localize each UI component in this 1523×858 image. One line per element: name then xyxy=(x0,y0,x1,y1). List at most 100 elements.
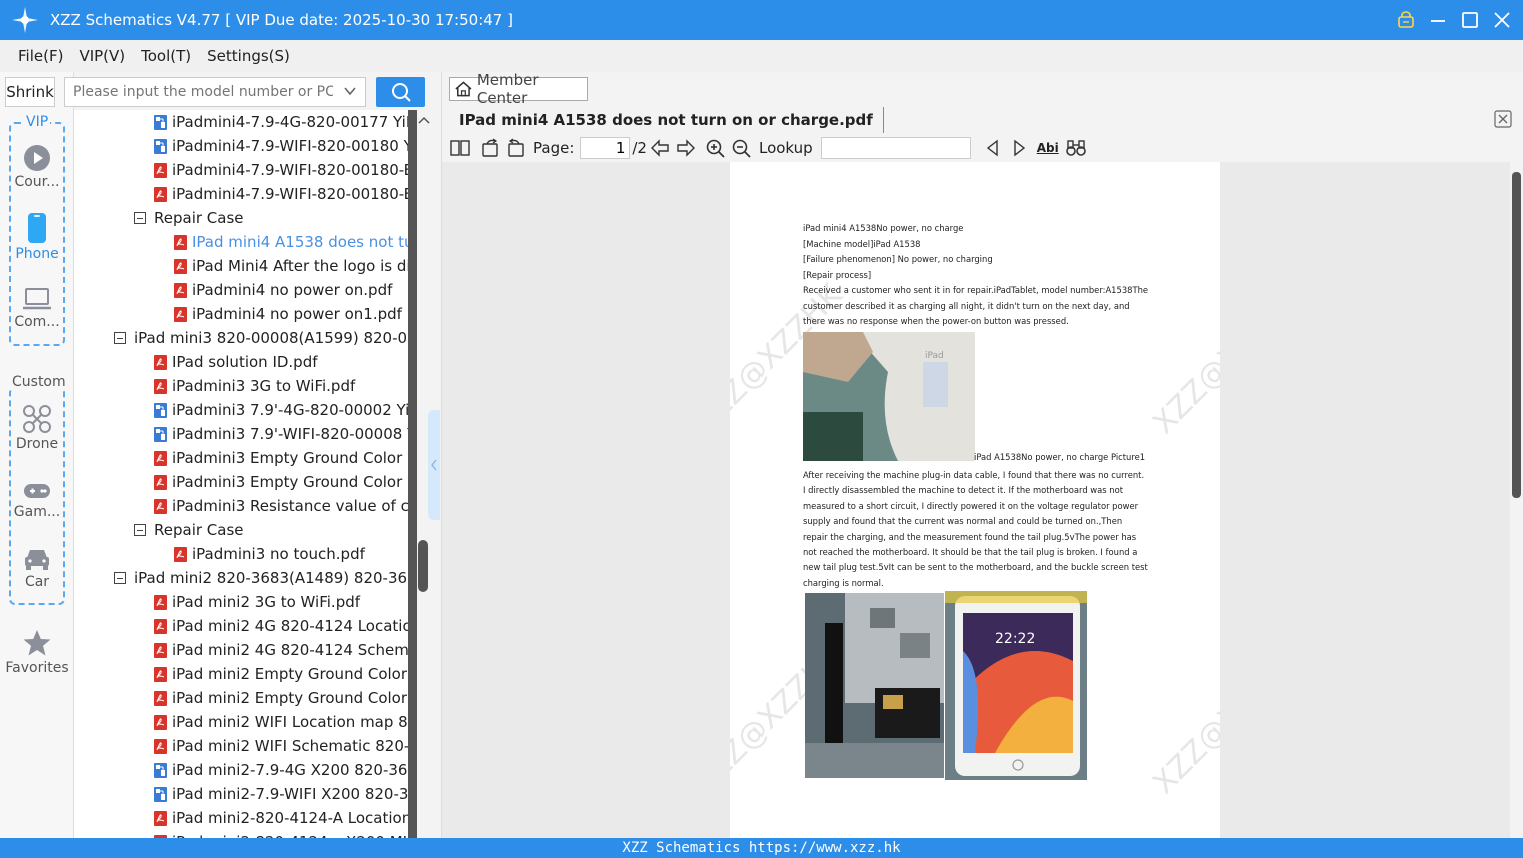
rail-item-games[interactable]: Gam... xyxy=(0,480,74,520)
lookup-input[interactable] xyxy=(820,137,971,159)
tree-file[interactable]: iPadmini3 Empty Ground Color Ma xyxy=(154,470,417,494)
maximize-icon[interactable] xyxy=(1461,11,1479,29)
close-document-icon[interactable] xyxy=(1494,110,1512,128)
menu-settings[interactable]: Settings(S) xyxy=(207,47,290,65)
pdf-file-icon xyxy=(174,306,187,322)
tree-file[interactable]: iPadmini4-7.9-WIFI-820-00180-B ir xyxy=(154,182,417,206)
tree-item-label: iPadmini3 no touch.pdf xyxy=(192,545,365,563)
tree-file[interactable]: IPad mini4 A1538 does not turn xyxy=(174,230,417,254)
panel-splitter[interactable] xyxy=(428,410,440,520)
tree-item-label: iPadmini3 7.9'-4G-820-00002 YiDia xyxy=(172,401,417,419)
zoom-out-icon[interactable] xyxy=(731,138,753,158)
rail-item-computer[interactable]: Com... xyxy=(0,286,74,330)
tree-file[interactable]: iPadmini4 no power on.pdf xyxy=(174,278,392,302)
tree-scrollbar-thumb[interactable] xyxy=(418,540,428,592)
menu-file[interactable]: File(F) xyxy=(18,47,63,65)
tree-file[interactable]: iPadmini3 7.9'-WIFI-820-00008 YiD xyxy=(154,422,417,446)
search-button[interactable] xyxy=(376,77,425,107)
tree-file[interactable]: iPadmini3 3G to WiFi.pdf xyxy=(154,374,355,398)
tree-file[interactable]: iPadmini3 7.9'-4G-820-00002 YiDia xyxy=(154,398,417,422)
search-box[interactable] xyxy=(64,77,366,107)
tree-folder[interactable]: iPad mini3 820-00008(A1599) 820-000 xyxy=(114,326,417,350)
tree-item-label: iPadmini4-7.9-WIFI-820-00180-B ir xyxy=(172,185,417,203)
zoom-in-icon[interactable] xyxy=(705,138,727,158)
tree-file[interactable]: iPad mini2 4G 820-4124 Location m xyxy=(154,614,417,638)
tree-file[interactable]: iPadmini3 Resistance value of cabl xyxy=(154,494,417,518)
tree-file[interactable]: iPad mini2 Empty Ground Color M xyxy=(154,686,417,710)
chevron-down-icon[interactable] xyxy=(343,84,357,98)
rail-item-drone[interactable]: Drone xyxy=(0,404,74,452)
document-tab[interactable]: IPad mini4 A1538 does not turn on or cha… xyxy=(449,107,884,133)
tree-file[interactable]: IPad solution ID.pdf xyxy=(154,350,318,374)
app-logo-icon xyxy=(12,7,38,33)
tree-divider xyxy=(408,110,417,838)
rail-item-phone[interactable]: Phone xyxy=(0,212,74,262)
tree-file[interactable]: iPad mini2 WIFI Location map 820- xyxy=(154,710,417,734)
close-icon[interactable] xyxy=(1493,11,1511,29)
tree-item-label: iPadmini3 Resistance value of cabl xyxy=(172,497,417,515)
document-text-line: repair the charging, and the measurement… xyxy=(803,531,1137,542)
tree-file[interactable]: iPad mini2 Empty Ground Color M xyxy=(154,662,417,686)
tree-file[interactable]: iPadmini4-7.9-WIFI-820-00180 YiD xyxy=(154,134,417,158)
rail-item-car[interactable]: Car xyxy=(0,546,74,590)
find-next-icon[interactable] xyxy=(1009,138,1029,158)
next-page-icon[interactable] xyxy=(675,138,697,158)
binoculars-icon[interactable] xyxy=(1065,138,1087,158)
tree-item-label: iPad mini2 3G to WiFi.pdf xyxy=(172,593,361,611)
scroll-up-icon[interactable] xyxy=(416,110,432,130)
tree-file[interactable]: iPadmini3 Empty Ground Color Ma xyxy=(154,446,417,470)
page-number-input[interactable] xyxy=(580,137,631,159)
viewer-toolbar: Page: /2 Lookup Abi xyxy=(449,135,1087,161)
collapse-toggle-icon[interactable] xyxy=(114,332,126,344)
tree-file[interactable]: iPad mini2-820-4124 x X200 MLB xyxy=(154,830,417,838)
rail-item-favorites[interactable]: Favorites xyxy=(0,628,74,676)
two-page-icon[interactable] xyxy=(449,138,471,158)
tree-file[interactable]: iPad Mini4 After the logo is disp xyxy=(174,254,417,278)
member-center-button[interactable]: Member Center xyxy=(449,71,588,107)
shrink-button[interactable]: Shrink xyxy=(5,77,55,107)
menu-vip[interactable]: VIP(V) xyxy=(79,47,125,65)
car-icon xyxy=(25,550,49,570)
document-text-line: there was no response when the power-on … xyxy=(803,316,1069,326)
watermark: XZZ@XZZHK xyxy=(1146,637,1220,802)
tree-folder[interactable]: Repair Case xyxy=(134,518,244,542)
tree-file[interactable]: iPad mini2 WIFI Schematic 820-368 xyxy=(154,734,417,758)
tree-file[interactable]: iPadmini4-7.9-WIFI-820-00180-B P xyxy=(154,158,417,182)
collapse-toggle-icon[interactable] xyxy=(134,212,146,224)
menu-bar: File(F) VIP(V) Tool(T) Settings(S) xyxy=(0,40,1523,72)
tree-folder[interactable]: Repair Case xyxy=(134,206,244,230)
tree-file[interactable]: iPad mini2-7.9-4G X200 820-3684- xyxy=(154,758,417,782)
menu-tool[interactable]: Tool(T) xyxy=(141,47,191,65)
minimize-icon[interactable] xyxy=(1429,11,1447,29)
find-previous-icon[interactable] xyxy=(983,138,1003,158)
viewer-scrollbar-thumb[interactable] xyxy=(1512,172,1521,498)
document-text-line: [Failure phenomenon] No power, no chargi… xyxy=(803,254,993,264)
collapse-toggle-icon[interactable] xyxy=(134,524,146,536)
gamepad-icon xyxy=(24,484,50,498)
tree-file[interactable]: iPadmini4-7.9-4G-820-00177 YiDia xyxy=(154,110,417,134)
window-title: XZZ Schematics V4.77 [ VIP Due date: 202… xyxy=(50,11,513,29)
tree-file[interactable]: iPad mini2 4G 820-4124 Schematic xyxy=(154,638,417,662)
rail-item-label: Car xyxy=(24,574,50,590)
rail-item-courses[interactable]: Cour... xyxy=(0,144,74,190)
lock-icon[interactable] xyxy=(1397,11,1415,29)
tree-file[interactable]: iPad mini2-820-4124-A Location m xyxy=(154,806,417,830)
rotate-left-icon[interactable] xyxy=(479,138,501,158)
tree-file[interactable]: iPadmini3 no touch.pdf xyxy=(174,542,365,566)
pdf-file-icon xyxy=(154,618,167,634)
previous-page-icon[interactable] xyxy=(649,138,671,158)
watermark: XZZ@XZZHK xyxy=(1146,277,1220,442)
rotate-right-icon[interactable] xyxy=(505,138,527,158)
tree-item-label: iPadmini4-7.9-WIFI-820-00180-B P xyxy=(172,161,417,179)
pdf-file-icon xyxy=(154,738,167,754)
tree-file[interactable]: iPad mini2 3G to WiFi.pdf xyxy=(154,590,360,614)
match-case-button[interactable]: Abi xyxy=(1037,141,1059,155)
tree-file[interactable]: iPad mini2-7.9-WIFI X200 820-3683 xyxy=(154,782,417,806)
photo-ipad-front: 22:22 xyxy=(945,591,1087,780)
tree-item-label: iPadmini4-7.9-4G-820-00177 YiDia xyxy=(172,113,417,131)
tree-folder[interactable]: iPad mini2 820-3683(A1489) 820-3684 xyxy=(114,566,417,590)
tree-file[interactable]: iPadmini4 no power on1.pdf xyxy=(174,302,402,326)
search-icon xyxy=(391,83,411,102)
collapse-toggle-icon[interactable] xyxy=(114,572,126,584)
search-input[interactable] xyxy=(73,84,333,100)
